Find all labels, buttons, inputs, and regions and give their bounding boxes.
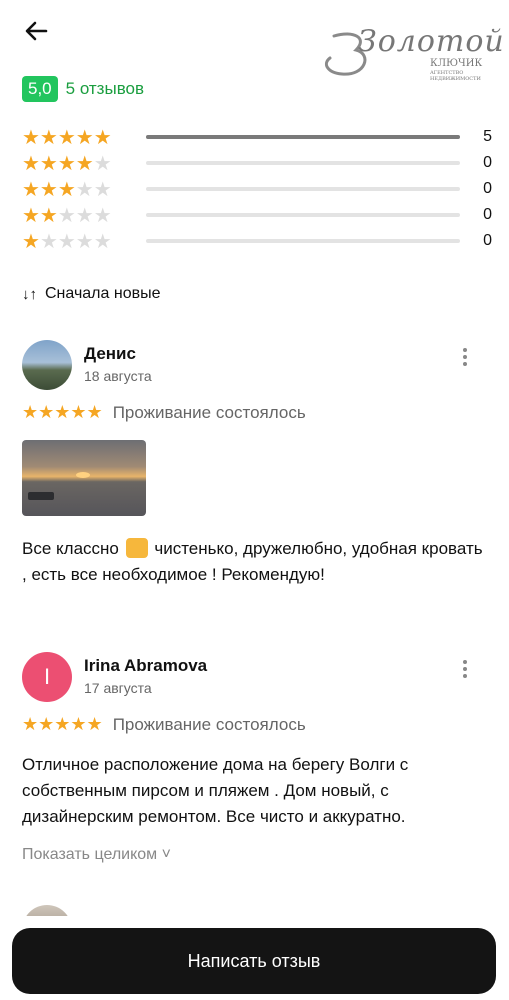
- distribution-bar: [146, 239, 460, 243]
- distribution-count: 0: [483, 154, 492, 171]
- reviews-count[interactable]: 5 отзывов: [66, 79, 144, 99]
- reviewer-name: Денис: [84, 344, 136, 363]
- star-rating-icon: ★★★★★: [22, 152, 112, 175]
- distribution-row: ★★★★★ 5: [22, 124, 492, 150]
- distribution-row: ★★★★★ 0: [22, 202, 492, 228]
- distribution-row: ★★★★★ 0: [22, 150, 492, 176]
- sort-label: Сначала новые: [45, 285, 161, 302]
- back-button[interactable]: [22, 16, 52, 46]
- distribution-row: ★★★★★ 0: [22, 228, 492, 254]
- review-status: Проживание состоялось: [112, 714, 306, 734]
- distribution-bar: [146, 213, 460, 217]
- review-date: 18 августа: [84, 368, 152, 384]
- review-photo[interactable]: [22, 440, 146, 516]
- review-card: Денис 18 августа ★★★★★ Проживание состоя…: [22, 340, 492, 630]
- star-rating-icon: ★★★★★: [22, 204, 112, 227]
- star-rating-icon: ★★★★★: [22, 230, 112, 253]
- arrow-left-icon: [25, 21, 48, 41]
- rating-distribution: ★★★★★ 5 ★★★★★ 0 ★★★★★ 0 ★★★★★ 0 ★★★★★ 0: [22, 124, 492, 254]
- thumbs-up-icon: [125, 538, 148, 558]
- distribution-bar: [146, 135, 460, 139]
- avatar[interactable]: [22, 340, 72, 390]
- review-text: Отличное расположение дома на берегу Вол…: [22, 755, 409, 826]
- agency-logo: Золотой КЛЮЧИК АГЕНТСТВО НЕДВИЖИМОСТИ: [320, 24, 504, 84]
- review-stars: ★★★★★ Проживание состоялось: [22, 714, 306, 734]
- more-options-icon[interactable]: [462, 348, 468, 370]
- distribution-row: ★★★★★ 0: [22, 176, 492, 202]
- distribution-count: 5: [483, 128, 492, 145]
- review-date: 17 августа: [84, 680, 152, 696]
- star-rating-icon: ★★★★★: [22, 178, 112, 201]
- reviewer-name: Irina Abramova: [84, 656, 208, 675]
- logo-sub-text: КЛЮЧИК: [430, 58, 483, 69]
- show-more-link[interactable]: Показать целиком ˅: [22, 846, 171, 864]
- distribution-count: 0: [483, 232, 492, 249]
- review-status: Проживание состоялось: [112, 402, 306, 422]
- header: Золотой КЛЮЧИК АГЕНТСТВО НЕДВИЖИМОСТИ: [0, 0, 509, 82]
- logo-main-text: Золотой: [358, 24, 505, 59]
- star-rating-icon: ★★★★★: [22, 126, 112, 149]
- rating-summary: 5,0 5 отзывов: [22, 76, 144, 102]
- distribution-count: 0: [483, 206, 492, 223]
- sort-button[interactable]: ↓↑ Сначала новые: [22, 285, 160, 303]
- write-review-button[interactable]: Написать отзыв: [12, 928, 496, 994]
- logo-tagline: АГЕНТСТВО НЕДВИЖИМОСТИ: [430, 70, 481, 82]
- review-text: Все классно чистенько, дружелюбно, удобн…: [22, 538, 483, 584]
- distribution-bar: [146, 187, 460, 191]
- review-card: I Irina Abramova 17 августа ★★★★★ Прожив…: [22, 652, 492, 882]
- more-options-icon[interactable]: [462, 660, 468, 682]
- rating-badge: 5,0: [22, 76, 58, 102]
- sort-arrows-icon: ↓↑: [22, 285, 37, 303]
- review-stars: ★★★★★ Проживание состоялось: [22, 402, 306, 422]
- distribution-bar: [146, 161, 460, 165]
- distribution-count: 0: [483, 180, 492, 197]
- avatar[interactable]: I: [22, 652, 72, 702]
